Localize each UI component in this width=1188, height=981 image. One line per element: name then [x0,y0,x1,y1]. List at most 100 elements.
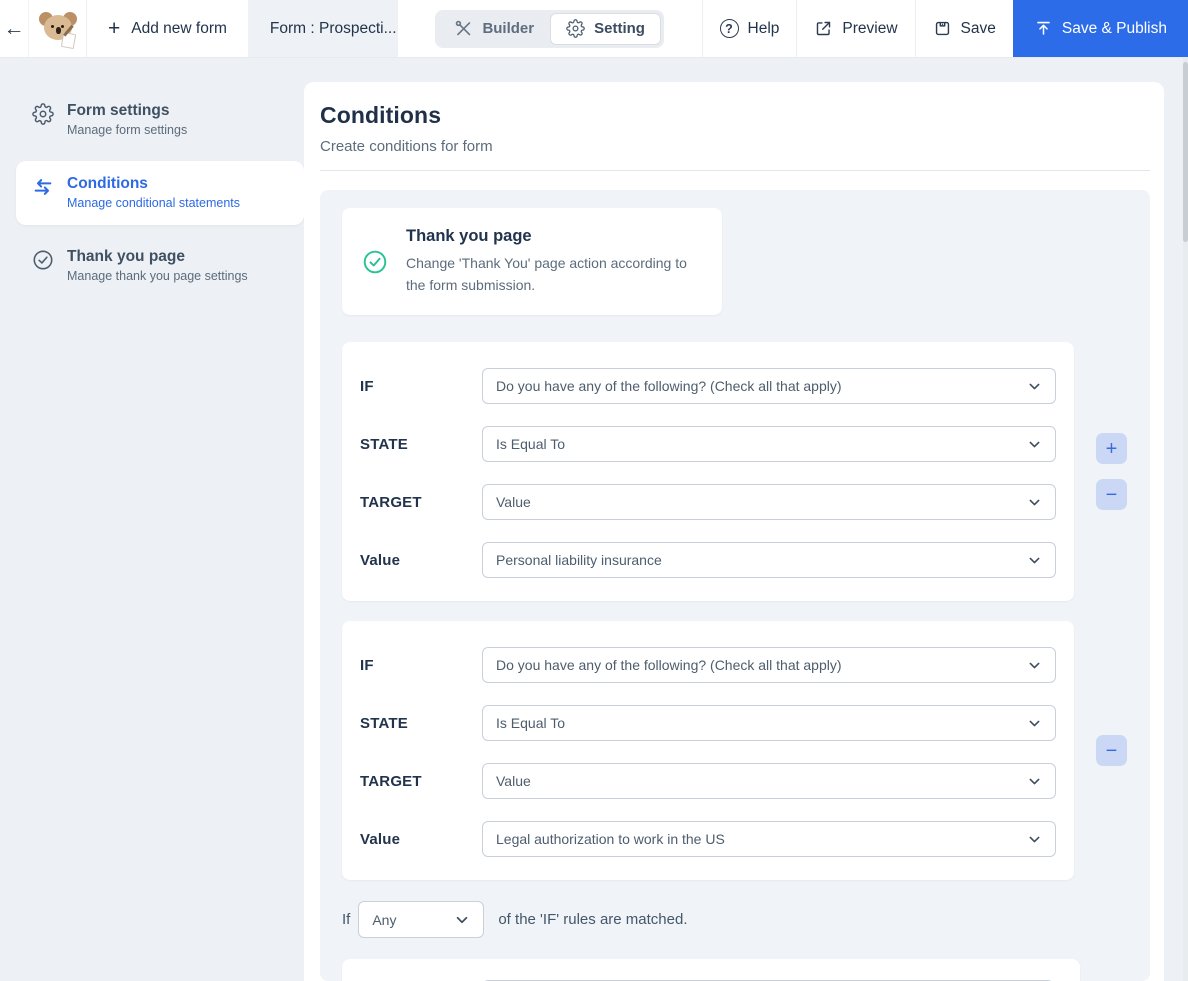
value-dropdown[interactable]: Legal authorization to work in the US [482,821,1056,858]
target-dropdown[interactable]: Value [482,484,1056,521]
target-label: TARGET [360,493,422,511]
condition-row-target: TARGET Value [360,763,1056,800]
chevron-down-icon [1029,441,1040,448]
state-dropdown[interactable]: Is Equal To [482,426,1056,463]
value-label: Value [360,830,401,848]
condition-row-value: Value Legal authorization to work in the… [360,821,1056,858]
state-dropdown[interactable]: Is Equal To [482,705,1056,742]
condition-row-value: Value Personal liability insurance [360,542,1056,579]
sidebar-item-text: Form settings Manage form settings [67,101,187,139]
if-label: IF [360,377,374,395]
sidebar-item-subtitle: Manage conditional statements [67,196,241,211]
if-dropdown[interactable]: Do you have any of the following? (Check… [482,368,1056,405]
if-dropdown[interactable]: Do you have any of the following? (Check… [482,647,1056,684]
divider [320,170,1150,171]
tab-builder-label: Builder [482,20,535,37]
state-dropdown-value: Is Equal To [496,436,566,453]
match-rule-prefix: If [342,911,351,929]
help-label: Help [747,19,780,37]
chevron-down-icon [1029,778,1040,785]
tab-setting[interactable]: Setting [550,12,661,45]
topbar: ← + Add new form Form : Prospecti... Bui… [0,0,1188,58]
preview-button[interactable]: Preview [796,0,914,57]
target-dropdown[interactable]: Value [482,763,1056,800]
sidebar-item-form-settings[interactable]: Form settings Manage form settings [16,88,304,152]
target-label: TARGET [360,772,422,790]
add-new-form-label: Add new form [131,19,227,37]
publish-upload-icon [1037,21,1050,35]
match-rule-value: Any [372,911,397,928]
condition-block-2: IF Do you have any of the following? (Ch… [342,621,1150,881]
state-label: STATE [360,714,408,732]
form-tab[interactable]: Form : Prospecti... [247,0,398,57]
check-circle-icon [363,250,387,273]
chevron-down-icon [1029,836,1040,843]
thank-you-card-description: Change 'Thank You' page action according… [406,255,687,293]
sidebar-item-text: Conditions Manage conditional statements [67,174,240,212]
match-rule-dropdown[interactable]: Any [358,901,485,939]
condition-row-state: STATE Is Equal To [360,426,1056,463]
target-dropdown-value: Value [496,773,531,790]
add-condition-button[interactable]: + [1096,433,1127,465]
condition-actions: − [1096,735,1127,767]
value-dropdown[interactable]: Personal liability insurance [482,542,1056,579]
value-label: Value [360,551,401,569]
help-button[interactable]: ? Help [701,0,797,57]
page-scrollbar[interactable] [1183,58,1188,981]
save-publish-label: Save & Publish [1061,19,1167,37]
value-dropdown-value: Personal liability insurance [496,552,662,569]
tab-builder[interactable]: Builder [438,13,550,45]
koala-logo-icon [36,7,80,51]
preview-label: Preview [842,19,898,37]
save-button[interactable]: Save [914,0,1013,57]
condition-row-if: IF Do you have any of the following? (Ch… [360,647,1056,684]
sidebar-item-title: Thank you page [67,248,185,265]
sidebar-item-title: Conditions [67,175,148,192]
state-label: STATE [360,435,408,453]
plus-icon: + [108,17,121,40]
condition-card: IF Do you have any of the following? (Ch… [342,342,1074,602]
match-rule-suffix: of the 'IF' rules are matched. [498,911,688,929]
if-label: IF [360,656,374,674]
sidebar-item-thank-you-page[interactable]: Thank you page Manage thank you page set… [16,234,304,298]
condition-row-if: IF Do you have any of the following? (Ch… [360,368,1056,405]
conditions-section: Thank you page Change 'Thank You' page a… [320,190,1150,981]
conditions-panel: Conditions Create conditions for form Th… [304,82,1164,981]
state-dropdown-value: Is Equal To [496,715,566,732]
save-label: Save [960,19,996,37]
match-rule-row: If Any of the 'IF' rules are matched. [342,901,1150,939]
sidebar-item-title: Form settings [67,102,170,119]
thank-you-card-text: Thank you page Change 'Thank You' page a… [406,227,702,296]
check-circle-icon [33,250,53,270]
tools-icon [456,20,471,36]
page-title: Conditions [320,102,442,128]
thank-you-action-card-partial [342,959,1080,981]
thank-you-card-title: Thank you page [406,227,532,245]
page-subtitle: Create conditions for form [320,138,493,155]
save-publish-button[interactable]: Save & Publish [1012,0,1188,57]
gear-icon [566,19,585,38]
sidebar-item-subtitle: Manage thank you page settings [67,269,248,284]
condition-card: IF Do you have any of the following? (Ch… [342,621,1074,881]
save-icon [935,21,949,36]
add-new-form-button[interactable]: + Add new form [87,0,248,57]
app-logo[interactable] [29,0,87,57]
chevron-down-icon [1029,383,1040,390]
chevron-down-icon [457,916,468,923]
scrollbar-thumb[interactable] [1183,62,1188,242]
tab-setting-label: Setting [594,20,645,37]
chevron-down-icon [1029,720,1040,727]
value-dropdown-value: Legal authorization to work in the US [496,831,725,848]
if-dropdown-value: Do you have any of the following? (Check… [496,378,842,395]
remove-condition-button[interactable]: − [1096,479,1127,511]
sidebar-item-conditions[interactable]: Conditions Manage conditional statements [16,161,304,225]
back-arrow-icon: ← [3,16,25,40]
chevron-down-icon [1029,499,1040,506]
builder-setting-toggle: Builder Setting [435,9,664,48]
sidebar-item-subtitle: Manage form settings [67,123,188,138]
back-button[interactable]: ← [0,0,29,57]
condition-row-target: TARGET Value [360,484,1056,521]
remove-condition-button[interactable]: − [1096,735,1127,767]
condition-block-1: IF Do you have any of the following? (Ch… [342,342,1150,602]
